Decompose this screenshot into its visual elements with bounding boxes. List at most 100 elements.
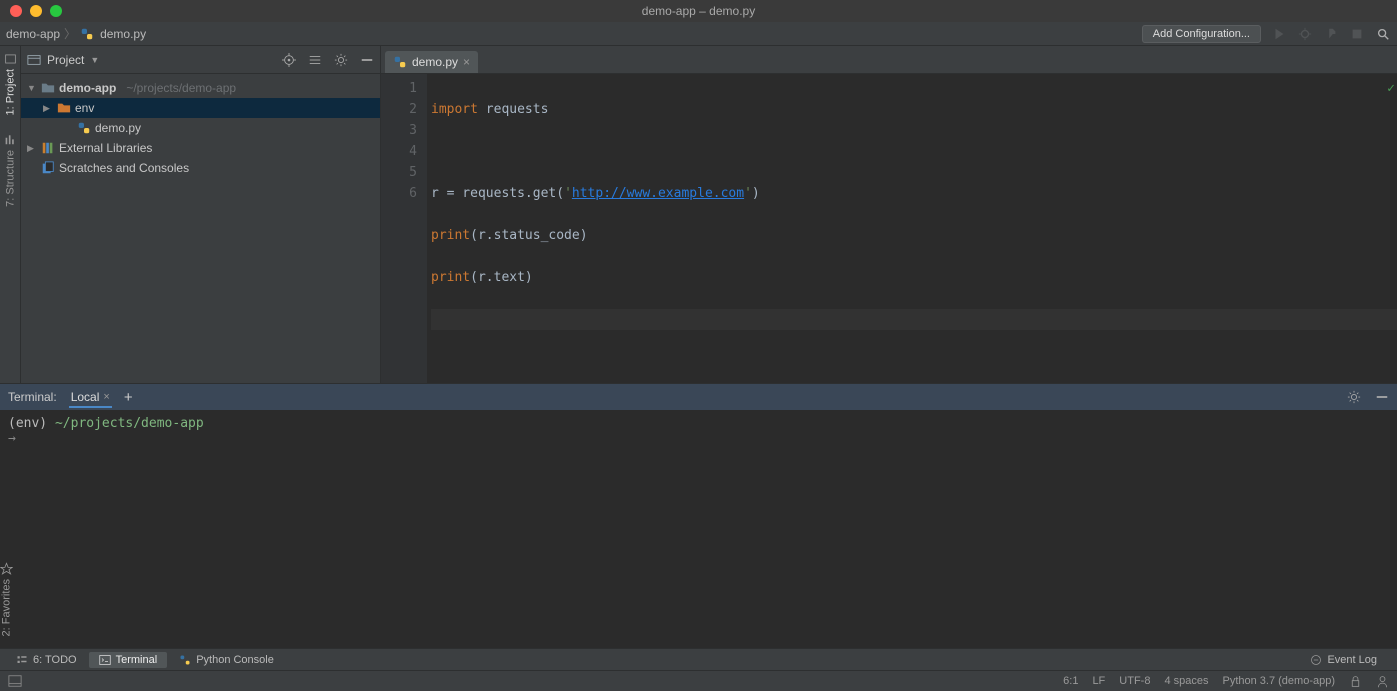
- code-url[interactable]: http://www.example.com: [572, 186, 744, 201]
- navigation-toolbar: demo-app 〉 demo.py Add Configuration...: [0, 22, 1397, 46]
- line-separator[interactable]: LF: [1092, 675, 1105, 687]
- structure-rail-icon: [4, 133, 17, 146]
- tree-root[interactable]: ▼ demo-app ~/projects/demo-app: [21, 78, 380, 98]
- add-configuration-button[interactable]: Add Configuration...: [1142, 25, 1261, 43]
- hide-panel-icon[interactable]: [360, 53, 374, 67]
- locate-icon[interactable]: [282, 53, 296, 67]
- line-number: 2: [381, 99, 417, 120]
- editor-area: demo.py × ✓ 1 2 3 4 5 6 import requests …: [381, 46, 1397, 383]
- project-tool-tab[interactable]: 1: Project: [4, 52, 17, 115]
- chevron-right-icon: ▶: [27, 143, 37, 154]
- project-pane-title[interactable]: Project: [47, 53, 84, 67]
- event-log-button[interactable]: Event Log: [1300, 652, 1387, 668]
- hector-icon[interactable]: [1376, 675, 1389, 688]
- editor-tab-demo[interactable]: demo.py ×: [385, 51, 478, 73]
- scratches-icon: [41, 161, 55, 175]
- terminal-icon: [99, 654, 111, 666]
- code-string: ': [564, 186, 572, 201]
- gear-icon[interactable]: [1347, 390, 1361, 404]
- code-text: (r.status_code): [470, 228, 587, 243]
- breadcrumb: demo-app 〉 demo.py: [6, 25, 146, 42]
- line-number: 6: [381, 183, 417, 204]
- tree-file-demo[interactable]: demo.py: [21, 118, 380, 138]
- terminal-tab-label: Local: [71, 390, 100, 404]
- close-terminal-tab-icon[interactable]: ×: [103, 391, 109, 403]
- line-number: 5: [381, 162, 417, 183]
- gear-icon[interactable]: [334, 53, 348, 67]
- terminal-output[interactable]: (env) ~/projects/demo-app →: [0, 410, 1397, 648]
- terminal-tab-local[interactable]: Local ×: [69, 386, 112, 408]
- tree-root-name: demo-app: [59, 81, 116, 95]
- event-log-label: Event Log: [1327, 654, 1377, 666]
- run-icon[interactable]: [1271, 26, 1287, 42]
- code-string: ': [744, 186, 752, 201]
- project-rail-icon: [4, 52, 17, 65]
- python-console-label: Python Console: [196, 654, 274, 666]
- tree-scratches[interactable]: Scratches and Consoles: [21, 158, 380, 178]
- python-console-tool-button[interactable]: Python Console: [169, 652, 284, 668]
- project-view-icon: [27, 53, 41, 67]
- toggle-tool-windows-icon[interactable]: [8, 674, 22, 688]
- favorites-tool-label: 2: Favorites: [1, 579, 13, 636]
- new-terminal-tab-icon[interactable]: +: [124, 389, 133, 406]
- tree-external-libraries[interactable]: ▶ External Libraries: [21, 138, 380, 158]
- tree-scratches-label: Scratches and Consoles: [59, 161, 189, 175]
- line-number: 1: [381, 78, 417, 99]
- debug-icon[interactable]: [1297, 26, 1313, 42]
- code-keyword: print: [431, 228, 470, 243]
- stop-icon[interactable]: [1349, 26, 1365, 42]
- line-number: 3: [381, 120, 417, 141]
- terminal-tool-button[interactable]: Terminal: [89, 652, 168, 668]
- terminal-title: Terminal:: [8, 390, 57, 404]
- maximize-window-button[interactable]: [50, 5, 62, 17]
- todo-tool-button[interactable]: 6: TODO: [6, 652, 87, 668]
- folder-icon: [41, 81, 55, 95]
- status-bar: 6:1 LF UTF-8 4 spaces Python 3.7 (demo-a…: [0, 670, 1397, 691]
- terminal-header: Terminal: Local × +: [0, 384, 1397, 410]
- lock-icon[interactable]: [1349, 675, 1362, 688]
- code-editor[interactable]: ✓ 1 2 3 4 5 6 import requests r = reques…: [381, 74, 1397, 383]
- terminal-venv: (env): [8, 416, 55, 431]
- env-folder-icon: [57, 101, 71, 115]
- project-view-dropdown-icon[interactable]: ▼: [90, 55, 99, 65]
- tree-env-folder[interactable]: ▶ env: [21, 98, 380, 118]
- todo-label: 6: TODO: [33, 654, 77, 666]
- expand-all-icon[interactable]: [308, 53, 322, 67]
- terminal-cwd: ~/projects/demo-app: [55, 416, 204, 431]
- terminal-prompt: →: [8, 431, 16, 446]
- indent-setting[interactable]: 4 spaces: [1164, 675, 1208, 687]
- hide-panel-icon[interactable]: [1375, 390, 1389, 404]
- editor-tab-label: demo.py: [412, 55, 458, 69]
- line-number: 4: [381, 141, 417, 162]
- traffic-lights: [0, 5, 62, 17]
- file-encoding[interactable]: UTF-8: [1119, 675, 1150, 687]
- terminal-label: Terminal: [116, 654, 158, 666]
- left-tool-rail-bottom: 2: Favorites: [0, 562, 21, 648]
- minimize-window-button[interactable]: [30, 5, 42, 17]
- favorites-tool-tab[interactable]: 2: Favorites: [0, 562, 13, 636]
- run-with-coverage-icon[interactable]: [1323, 26, 1339, 42]
- code-content[interactable]: import requests r = requests.get('http:/…: [427, 74, 1397, 383]
- python-interpreter[interactable]: Python 3.7 (demo-app): [1222, 675, 1335, 687]
- close-tab-icon[interactable]: ×: [463, 55, 470, 69]
- window-title: demo-app – demo.py: [642, 4, 755, 18]
- chevron-down-icon: ▼: [27, 83, 37, 93]
- breadcrumb-project[interactable]: demo-app: [6, 27, 60, 41]
- project-tool-label: 1: Project: [4, 69, 16, 115]
- close-window-button[interactable]: [10, 5, 22, 17]
- todo-icon: [16, 654, 28, 666]
- tree-env-label: env: [75, 101, 94, 115]
- chevron-right-icon: ▶: [43, 103, 53, 114]
- breadcrumb-file[interactable]: demo.py: [100, 27, 146, 41]
- tree-file-label: demo.py: [95, 121, 141, 135]
- code-keyword: import: [431, 102, 478, 117]
- code-text: ): [752, 186, 760, 201]
- python-file-icon: [77, 121, 91, 135]
- python-console-icon: [179, 654, 191, 666]
- left-tool-rail: 1: Project 7: Structure: [0, 46, 21, 383]
- code-keyword: print: [431, 270, 470, 285]
- structure-tool-tab[interactable]: 7: Structure: [4, 133, 17, 207]
- search-everywhere-icon[interactable]: [1375, 26, 1391, 42]
- code-text: (r.text): [470, 270, 533, 285]
- caret-position[interactable]: 6:1: [1063, 675, 1078, 687]
